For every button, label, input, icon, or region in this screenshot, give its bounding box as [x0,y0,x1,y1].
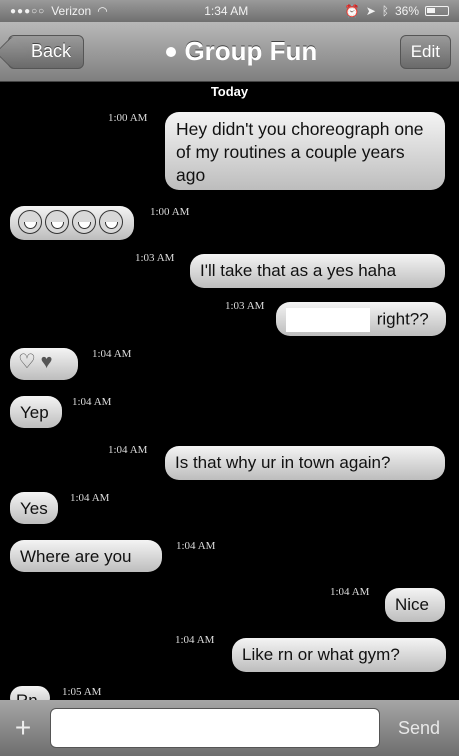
message-bubble-sent[interactable]: Is that why ur in town again? [165,446,445,480]
alarm-icon: ⏰ [344,4,360,18]
laughing-face-icon [72,210,96,234]
battery-percent: 36% [394,4,419,18]
back-label: Back [31,41,72,61]
message-timestamp: 1:04 AM [175,634,215,646]
message-timestamp: 1:05 AM [62,686,102,698]
emoji-row [18,210,126,234]
status-right: ⏰ ➤ ᛒ 36% [345,4,449,18]
location-icon: ➤ [365,4,376,18]
message-text: I'll take that as a yes haha [200,261,397,280]
message-bubble-sent[interactable]: I'll take that as a yes haha [190,254,445,288]
status-bar: ●●●○○ Verizon ◠ 1:34 AM ⏰ ➤ ᛒ 36% [0,0,459,22]
message-text: Where are you [20,547,132,566]
message-bubble-received[interactable]: Where are you [10,540,162,572]
signal-icon: ●●●○○ [10,5,46,17]
edit-label: Edit [410,41,440,61]
laughing-face-icon [99,210,123,234]
laughing-face-icon [45,210,69,234]
message-timestamp: 1:03 AM [135,252,175,264]
compose-bar: + Send [0,700,459,756]
message-timestamp: 1:00 AM [150,206,190,218]
wifi-icon: ◠ [97,4,108,18]
back-button[interactable]: Back [8,34,85,69]
bluetooth-icon: ᛒ [381,4,389,18]
message-text: Hey didn't you choreograph one of my rou… [176,119,424,185]
message-bubble-sent[interactable]: Nice [385,588,445,622]
message-bubble-sent[interactable]: right?? [276,302,446,336]
message-text: Yes [20,499,48,518]
status-left: ●●●○○ Verizon ◠ [10,4,108,18]
message-list[interactable]: Today 1:00 AM Hey didn't you choreograph… [0,82,459,710]
message-timestamp: 1:04 AM [72,396,112,408]
battery-icon [425,6,449,16]
message-text: right?? [376,309,429,329]
message-input[interactable] [50,708,380,748]
laughing-face-icon [18,210,42,234]
message-text: Yep [20,403,49,422]
day-divider: Today [210,84,249,99]
message-timestamp: 1:04 AM [176,540,216,552]
edit-button[interactable]: Edit [399,34,451,69]
send-button[interactable]: Send [398,718,440,739]
group-dot-icon [166,46,177,57]
message-bubble-received[interactable] [10,206,134,240]
message-timestamp: 1:04 AM [108,444,148,456]
message-bubble-sent[interactable]: Like rn or what gym? [232,638,446,672]
conversation-title: Group Fun [166,36,317,67]
message-bubble-received[interactable]: ♡ ♥ [10,348,78,380]
message-bubble-sent[interactable]: Hey didn't you choreograph one of my rou… [165,112,445,190]
nav-bar: Back Group Fun Edit [0,22,459,82]
message-bubble-received[interactable]: Yes [10,492,58,524]
status-time: 1:34 AM [204,4,249,18]
message-timestamp: 1:03 AM [225,300,265,312]
plus-icon: + [14,712,32,743]
add-attachment-button[interactable]: + [6,711,40,745]
message-timestamp: 1:04 AM [70,492,110,504]
title-text: Group Fun [184,36,318,66]
heart-icon: ♥ [40,351,53,373]
message-text: Is that why ur in town again? [175,453,391,472]
carrier-name: Verizon [51,4,92,18]
heart-icon: ♡ [18,351,36,373]
message-bubble-received[interactable]: Yep [10,396,62,428]
message-text: Like rn or what gym? [242,645,400,664]
message-timestamp: 1:04 AM [330,586,370,598]
redaction-block [286,308,370,332]
message-text: Nice [395,595,430,614]
message-timestamp: 1:00 AM [108,112,148,124]
message-timestamp: 1:04 AM [92,348,132,360]
